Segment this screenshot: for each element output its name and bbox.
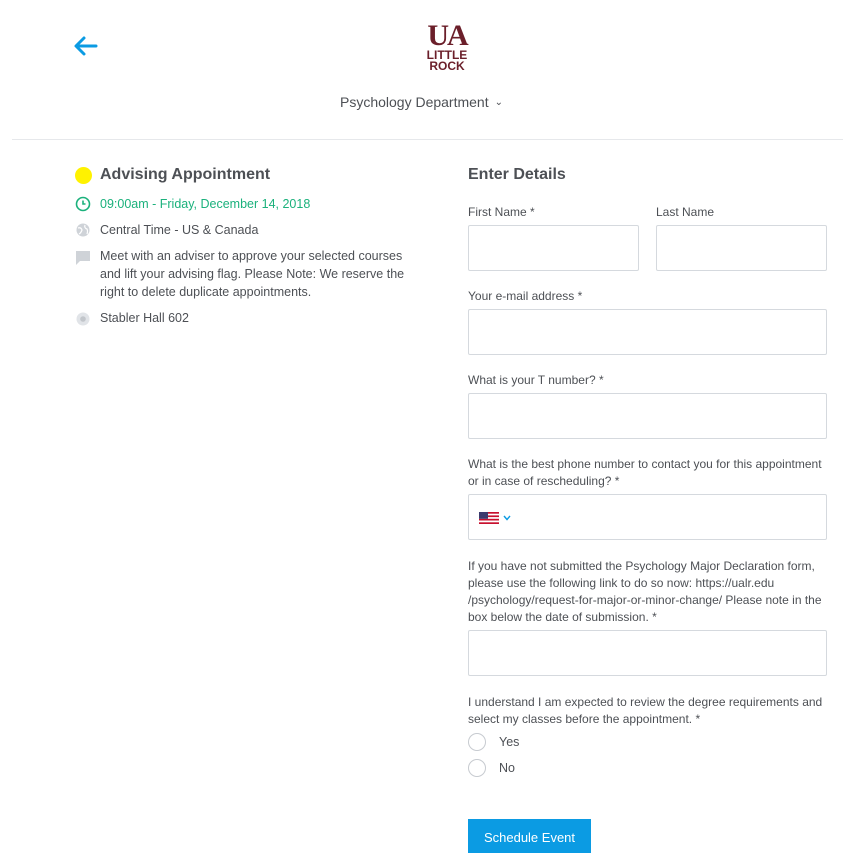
last-name-label: Last Name: [656, 205, 715, 219]
globe-icon: [76, 223, 90, 237]
tnumber-field[interactable]: [468, 393, 827, 439]
university-logo: UA LITTLE ROCK: [426, 19, 469, 73]
country-code-dropdown[interactable]: [479, 511, 519, 525]
event-description: Meet with an adviser to approve your sel…: [100, 249, 405, 299]
declaration-date-field[interactable]: [468, 630, 827, 676]
us-flag-icon: [479, 512, 499, 524]
event-color-dot: [75, 167, 92, 184]
event-location: Stabler Hall 602: [100, 311, 189, 325]
arrow-left-icon: [74, 36, 98, 56]
event-title: Advising Appointment: [100, 166, 271, 183]
email-field[interactable]: [468, 309, 827, 355]
first-name-label: First Name *: [468, 205, 535, 219]
department-label: Psychology Department: [339, 94, 489, 110]
radio-button[interactable]: [468, 759, 486, 777]
location-icon: [76, 312, 90, 326]
requirements-label: I understand I am expected to review the…: [468, 695, 823, 726]
radio-button[interactable]: [468, 733, 486, 751]
phone-label: What is the best phone number to contact…: [468, 457, 822, 488]
radio-option-no[interactable]: No: [468, 758, 515, 778]
chevron-down-icon: [503, 515, 511, 521]
email-label: Your e-mail address *: [468, 289, 583, 303]
event-time: 09:00am - Friday, December 14, 2018: [100, 197, 311, 211]
back-button[interactable]: [72, 33, 100, 59]
phone-field[interactable]: [468, 494, 827, 540]
first-name-field[interactable]: [468, 225, 639, 271]
clock-icon: [75, 196, 91, 212]
radio-label-yes: Yes: [499, 735, 520, 749]
radio-option-yes[interactable]: Yes: [468, 732, 519, 752]
tnumber-label: What is your T number? *: [468, 373, 604, 387]
chevron-down-icon: ⌄: [494, 97, 504, 108]
schedule-event-button[interactable]: Schedule Event: [468, 819, 591, 853]
header-divider: [12, 139, 843, 140]
declaration-label: If you have not submitted the Psychology…: [468, 559, 822, 624]
comment-icon: [76, 251, 90, 265]
event-timezone: Central Time - US & Canada: [100, 223, 259, 237]
department-selector[interactable]: Psychology Department ⌄: [0, 94, 843, 110]
radio-label-no: No: [499, 761, 515, 775]
last-name-field[interactable]: [656, 225, 827, 271]
form-title: Enter Details: [468, 166, 566, 183]
